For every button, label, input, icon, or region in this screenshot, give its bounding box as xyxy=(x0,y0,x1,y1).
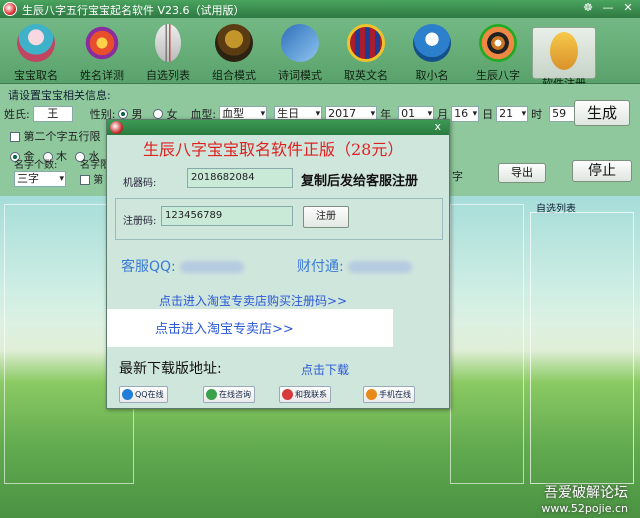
window-controls: ☸ — ✕ xyxy=(580,1,636,16)
qq-number-redacted xyxy=(180,261,245,273)
barcelona-icon xyxy=(347,24,385,62)
toolbar-label: 生辰八字 xyxy=(476,69,520,82)
toolbar-label: 取小名 xyxy=(415,69,449,82)
contact-me-badge[interactable]: 和我联系 xyxy=(279,386,331,403)
copy-hint: 复制后发给客服注册 xyxy=(301,174,419,189)
qq-online-badge[interactable]: QQ在线 xyxy=(119,386,168,403)
book-icon xyxy=(281,24,319,62)
toolbar-name-analysis-button[interactable]: 姓名详测 xyxy=(70,24,134,82)
bagua-icon xyxy=(479,24,517,62)
toolbar-combo-mode-button[interactable]: 组合模式 xyxy=(202,24,266,82)
title-bar: 生辰八字五行宝宝起名软件 V23.6（试用版） ☸ — ✕ xyxy=(0,0,640,18)
hour-select[interactable]: 21 xyxy=(496,106,529,122)
toolbar-label: 诗词模式 xyxy=(278,69,322,82)
lock-icon xyxy=(550,32,578,70)
second-char-checkbox[interactable] xyxy=(10,132,20,142)
reg-code-input[interactable]: 123456789 xyxy=(161,206,293,226)
gender-female-radio[interactable] xyxy=(153,109,164,119)
online-consult-badge[interactable]: 在线咨询 xyxy=(203,386,255,403)
app-icon xyxy=(3,2,17,16)
dialog-title: 生辰八字宝宝取名软件正版（28元） xyxy=(143,140,404,159)
close-icon[interactable]: ✕ xyxy=(620,1,636,16)
watermark-url: www.52pojie.cn xyxy=(541,502,628,515)
toolbar-label: 组合模式 xyxy=(212,69,256,82)
char-suffix: 字 xyxy=(452,170,463,183)
window-title: 生辰八字五行宝宝起名软件 V23.6（试用版） xyxy=(22,4,245,17)
custom-list-panel[interactable] xyxy=(530,212,634,484)
app-icon xyxy=(110,121,123,134)
secondary-results-panel[interactable] xyxy=(450,204,524,484)
toolbar-english-name-button[interactable]: 取英文名 xyxy=(334,24,398,82)
service-qq: 客服QQ: xyxy=(121,256,245,276)
skin-icon[interactable]: ☸ xyxy=(580,1,596,16)
tenpay-label: 财付通: xyxy=(297,259,344,275)
section-title: 请设置宝宝相关信息: xyxy=(8,89,111,102)
toolbar-label: 姓名详测 xyxy=(80,69,124,82)
download-link[interactable]: 点击下载 xyxy=(301,361,349,378)
reg-code-label: 注册码: xyxy=(123,216,157,227)
surname-input[interactable]: 王 xyxy=(32,106,73,122)
toolbar-custom-list-button[interactable]: 自选列表 xyxy=(136,24,200,82)
tenpay-number-redacted xyxy=(348,261,413,273)
machine-code-field[interactable]: 2018682084 xyxy=(187,168,293,188)
lion-icon xyxy=(215,24,253,62)
name-count-group: 名字个数: 三字 xyxy=(14,156,66,187)
hour-unit: 时 xyxy=(531,108,543,121)
service-qq-label: 客服QQ: xyxy=(121,259,176,275)
toolbar-label: 取英文名 xyxy=(344,69,388,82)
tenpay: 财付通: xyxy=(297,256,413,276)
register-button[interactable]: 注册 xyxy=(303,206,349,228)
registration-dialog: x 生辰八字宝宝取名软件正版（28元） 机器码: 2018682084 复制后发… xyxy=(106,119,450,409)
brush-icon xyxy=(155,24,181,62)
name-count-label: 名字个数: xyxy=(14,160,58,171)
stop-button[interactable]: 停止 xyxy=(572,160,632,182)
name-limit-first-label: 第 xyxy=(93,175,104,186)
taobao-store-link[interactable]: 点击进入淘宝专卖店>> xyxy=(155,318,294,337)
mobile-online-badge[interactable]: 手机在线 xyxy=(363,386,415,403)
download-label: 最新下载版地址: xyxy=(119,361,222,377)
toolbar-bazi-button[interactable]: 生辰八字 xyxy=(466,24,530,82)
baby-icon xyxy=(17,24,55,62)
close-icon[interactable]: x xyxy=(434,120,441,134)
buy-reg-code-link[interactable]: 点击进入淘宝专卖店购买注册码>> xyxy=(159,292,347,309)
day-unit: 日 xyxy=(482,108,494,121)
analysis-icon xyxy=(83,24,121,62)
second-char-label: 第二个字五行限 xyxy=(23,130,101,143)
penguin-icon xyxy=(413,24,451,62)
toolbar-label: 宝宝取名 xyxy=(14,69,58,82)
generate-button[interactable]: 生成 xyxy=(574,100,630,126)
toolbar-register-button[interactable]: 软件注册 xyxy=(532,27,596,90)
machine-code-label: 机器码: xyxy=(123,178,157,189)
minimize-icon[interactable]: — xyxy=(600,1,616,16)
day-select[interactable]: 16 xyxy=(451,106,480,122)
surname-label: 姓氏: xyxy=(4,108,30,121)
export-button[interactable]: 导出 xyxy=(498,163,546,183)
name-count-select[interactable]: 三字 xyxy=(14,171,66,187)
watermark-title: 吾爱破解论坛 xyxy=(544,485,628,501)
name-limit-checkbox[interactable] xyxy=(80,175,90,185)
dialog-title-bar: x xyxy=(107,120,449,135)
gender-male-radio[interactable] xyxy=(118,109,129,119)
toolbar-nickname-button[interactable]: 取小名 xyxy=(400,24,464,82)
main-toolbar: 宝宝取名 姓名详测 自选列表 组合模式 诗词模式 取英文名 取小名 生辰八字 软… xyxy=(0,18,640,90)
toolbar-baby-naming-button[interactable]: 宝宝取名 xyxy=(4,24,68,82)
toolbar-poetry-mode-button[interactable]: 诗词模式 xyxy=(268,24,332,82)
toolbar-label: 自选列表 xyxy=(146,69,190,82)
forum-watermark: 吾爱破解论坛 www.52pojie.cn xyxy=(541,482,628,515)
